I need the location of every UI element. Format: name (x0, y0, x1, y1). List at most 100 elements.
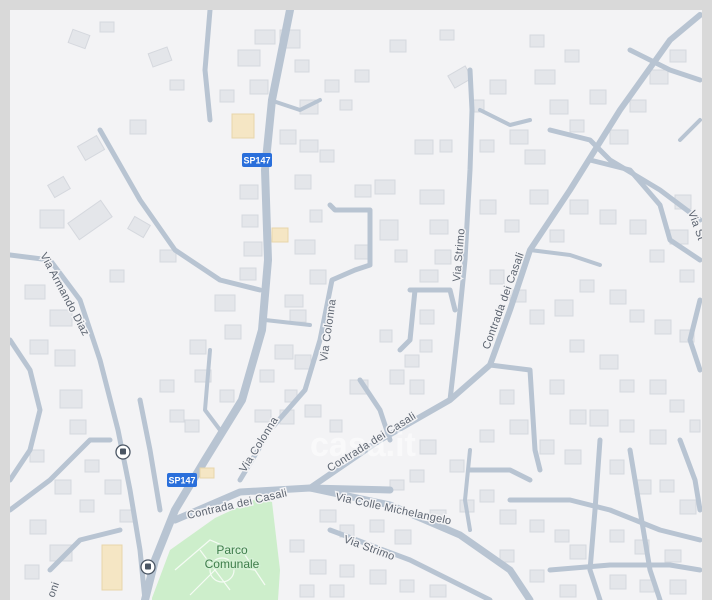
building (339, 99, 353, 111)
svg-text:SP147: SP147 (168, 476, 195, 486)
building (664, 549, 682, 563)
building (569, 119, 585, 133)
building (549, 379, 565, 395)
building (649, 249, 665, 263)
building (67, 28, 91, 50)
map-canvas[interactable]: casa.it SP147 SP147 Via Armando Diaz Via… (10, 10, 702, 600)
building (309, 559, 327, 575)
building (309, 269, 327, 285)
building (243, 241, 263, 257)
building (214, 294, 236, 312)
building (509, 419, 529, 435)
building (609, 529, 625, 543)
building (284, 294, 304, 308)
building (569, 199, 589, 215)
building (419, 309, 435, 325)
building (599, 209, 617, 225)
building (69, 419, 87, 435)
highlight-building (271, 227, 289, 243)
building (189, 339, 207, 355)
building (394, 249, 408, 263)
building (549, 99, 569, 115)
building (54, 349, 76, 367)
building (399, 579, 415, 593)
highlight-building (231, 113, 255, 139)
building (374, 179, 396, 195)
building (184, 419, 200, 433)
street-label-via-colonna-lower: Via Colonna (237, 414, 281, 474)
building (379, 219, 399, 241)
building (259, 369, 275, 383)
building (219, 389, 235, 403)
building (629, 309, 645, 323)
building (489, 269, 505, 285)
building (669, 399, 685, 413)
building (127, 215, 151, 239)
building (109, 269, 125, 283)
building (169, 409, 185, 423)
building (294, 174, 312, 190)
building (649, 429, 667, 445)
street-label-edge-left: oni (46, 580, 63, 599)
building (449, 459, 465, 473)
route-shield-sp147-bottom: SP147 (167, 473, 197, 487)
svg-text:SP147: SP147 (243, 156, 270, 166)
building (569, 339, 585, 353)
building (659, 479, 675, 493)
building (237, 49, 261, 67)
building (354, 69, 370, 83)
map-frame: casa.it SP147 SP147 Via Armando Diaz Via… (0, 0, 712, 600)
building (669, 579, 687, 595)
building (679, 499, 697, 515)
building (649, 379, 667, 395)
building (564, 49, 580, 63)
building (419, 439, 437, 455)
building (609, 574, 627, 590)
building (369, 569, 387, 585)
building (419, 269, 439, 283)
building (324, 79, 340, 93)
building (147, 46, 173, 68)
bus-stop-icon[interactable] (115, 444, 131, 460)
building (289, 539, 305, 553)
building (539, 439, 555, 455)
building (669, 49, 687, 63)
building (104, 479, 122, 495)
building (529, 569, 545, 583)
building (479, 139, 495, 153)
building (589, 409, 609, 427)
building (84, 459, 100, 473)
building (619, 419, 635, 433)
building (254, 29, 276, 45)
building (224, 324, 242, 340)
building (509, 129, 529, 145)
building (389, 369, 405, 385)
building (129, 119, 147, 135)
building (299, 584, 315, 598)
bus-stop-icon[interactable] (140, 559, 156, 575)
building (239, 184, 259, 200)
building (479, 429, 495, 443)
building (629, 219, 647, 235)
building (619, 379, 635, 393)
building (404, 354, 420, 368)
building (564, 449, 582, 465)
building (249, 79, 269, 95)
highlight-building (199, 467, 215, 479)
building (29, 449, 45, 463)
building (429, 584, 447, 598)
building (429, 219, 449, 235)
building (319, 149, 335, 163)
building (79, 499, 95, 513)
building (294, 354, 312, 370)
building (499, 389, 515, 405)
building (439, 29, 455, 41)
building (489, 79, 507, 95)
building (67, 199, 113, 241)
building (294, 239, 316, 255)
building (354, 184, 372, 198)
building (579, 279, 595, 293)
building (169, 79, 185, 91)
building (479, 489, 495, 503)
building (329, 584, 345, 598)
